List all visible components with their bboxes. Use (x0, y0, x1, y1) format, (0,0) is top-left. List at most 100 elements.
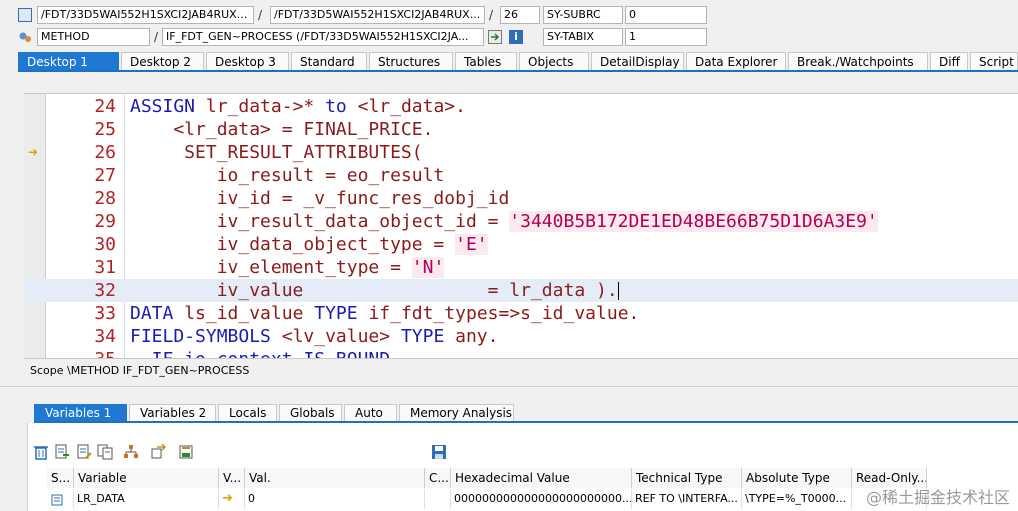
column-header-change-indicator[interactable]: C... (425, 468, 451, 488)
code-line[interactable]: 35 IF io_context IS BOUND (24, 348, 1018, 358)
change-indicator-cell[interactable] (425, 489, 451, 509)
line-number: 34 (94, 326, 116, 347)
system-field-name-1[interactable]: SY-SUBRC (543, 6, 623, 24)
column-header-value[interactable]: Val. (245, 468, 425, 488)
line-number: 25 (94, 119, 116, 140)
tab-objects[interactable]: Objects (519, 52, 589, 70)
line-number: 32 (94, 280, 116, 301)
edit-row-icon[interactable] (76, 444, 92, 460)
code-line[interactable]: 31 iv_element_type = 'N' (24, 256, 1018, 279)
code-line[interactable]: 25 <lr_data> = FINAL_PRICE. (24, 118, 1018, 141)
code-text: iv_result_data_object_id = '3440B5B172DE… (130, 211, 878, 232)
insert-row-icon[interactable] (54, 444, 70, 460)
code-text: iv_data_object_type = 'E' (130, 234, 488, 255)
line-number: 29 (94, 211, 116, 232)
program-icon (18, 8, 32, 22)
column-header-absolute-type[interactable]: Absolute Type (742, 468, 852, 488)
info-icon[interactable]: i (509, 30, 523, 44)
row-status-cell[interactable] (47, 489, 74, 509)
tab-locals[interactable]: Locals (218, 404, 277, 421)
code-text: <lr_data> = FINAL_PRICE. (130, 119, 434, 140)
code-line[interactable]: 24 ASSIGN lr_data->* to <lr_data>. (24, 95, 1018, 118)
line-number-field[interactable]: 26 (500, 6, 540, 24)
navigate-icon[interactable] (488, 30, 502, 44)
transfer-icon[interactable] (151, 443, 167, 460)
code-text: iv_id = _v_func_res_dobj_id (130, 188, 510, 209)
code-text: DATA ls_id_value TYPE if_fdt_types=>s_id… (130, 303, 640, 324)
code-text: iv_value = lr_data ). (130, 280, 619, 301)
line-number: 27 (94, 165, 116, 186)
code-text: SET_RESULT_ATTRIBUTES( (130, 142, 423, 163)
change-value-arrow-icon: ➜ (222, 491, 233, 506)
execution-pointer-icon: ➜ (28, 145, 39, 159)
code-line[interactable]: 29 iv_result_data_object_id = '3440B5B17… (24, 210, 1018, 233)
tab-desktop-2[interactable]: Desktop 2 (121, 52, 204, 70)
system-field-name-2[interactable]: SY-TABIX (543, 28, 623, 46)
code-line[interactable]: 34 FIELD-SYMBOLS <lv_value> TYPE any. (24, 325, 1018, 348)
tab-breakpoints[interactable]: Break./Watchpoints (788, 52, 928, 70)
path-separator: / (258, 8, 263, 22)
absolute-type-cell[interactable]: \TYPE=%_T0000... (742, 489, 852, 509)
event-type-field[interactable]: METHOD (37, 28, 150, 46)
code-text: iv_element_type = 'N' (130, 257, 445, 278)
tab-standard[interactable]: Standard (291, 52, 367, 70)
tab-diff[interactable]: Diff (930, 52, 968, 70)
event-field[interactable]: IF_FDT_GEN~PROCESS (/FDT/33D5WAI552H1SXC… (162, 28, 484, 46)
column-header-status[interactable]: S... (47, 468, 74, 488)
desktop-tab-bar: Desktop 1 Desktop 2 Desktop 3 Standard S… (18, 52, 1018, 72)
tab-detaildisplay[interactable]: DetailDisplay (591, 52, 684, 70)
tab-desktop-1[interactable]: Desktop 1 (18, 52, 119, 70)
tab-variables-2[interactable]: Variables 2 (129, 404, 216, 421)
system-field-value-1[interactable]: 0 (625, 6, 707, 24)
tab-tables[interactable]: Tables (455, 52, 517, 70)
code-line[interactable]: 28 iv_id = _v_func_res_dobj_id (24, 187, 1018, 210)
delete-icon[interactable] (33, 444, 49, 460)
tab-memory-analysis[interactable]: Memory Analysis (399, 404, 514, 421)
column-header-change[interactable]: V... (219, 468, 245, 488)
line-number: 30 (94, 234, 116, 255)
layout-icon[interactable] (178, 444, 194, 460)
code-text: ASSIGN lr_data->* to <lr_data>. (130, 96, 466, 117)
code-line[interactable]: ➜ 26 SET_RESULT_ATTRIBUTES( (24, 141, 1018, 164)
line-number: 28 (94, 188, 116, 209)
method-icon (18, 30, 32, 44)
line-number: 31 (94, 257, 116, 278)
path-separator: / (489, 8, 494, 22)
hex-value-cell[interactable]: 000000000000000000000000... (451, 489, 632, 509)
pane-divider[interactable] (0, 386, 1018, 387)
system-field-value-2[interactable]: 1 (625, 28, 707, 46)
code-line[interactable]: 30 iv_data_object_type = 'E' (24, 233, 1018, 256)
technical-type-cell[interactable]: REF TO \INTERFA... (632, 489, 742, 509)
column-header-variable[interactable]: Variable (74, 468, 219, 488)
include-field[interactable]: /FDT/33D5WAI552H1SXCI2JAB4RUX... (270, 6, 485, 24)
column-header-hex-value[interactable]: Hexadecimal Value (451, 468, 632, 488)
value-cell[interactable]: 0 (245, 489, 425, 509)
code-text: IF io_context IS BOUND (130, 348, 390, 358)
tab-variables-1[interactable]: Variables 1 (34, 404, 127, 421)
code-line[interactable]: 27 io_result = eo_result (24, 164, 1018, 187)
code-text: io_result = eo_result (130, 165, 445, 186)
column-header-technical-type[interactable]: Technical Type (632, 468, 742, 488)
hierarchy-icon[interactable] (123, 444, 139, 460)
text-cursor (617, 282, 619, 300)
program-field[interactable]: /FDT/33D5WAI552H1SXCI2JAB4RUX... (37, 6, 254, 24)
line-number: 26 (94, 142, 116, 163)
scope-label: Scope \METHOD IF_FDT_GEN~PROCESS (30, 364, 250, 377)
line-number: 35 (48, 348, 116, 358)
tab-script[interactable]: Script (970, 52, 1018, 70)
tab-data-explorer[interactable]: Data Explorer (686, 52, 786, 70)
change-cell[interactable]: ➜ (219, 489, 245, 509)
watermark: @稀土掘金技术社区 (865, 488, 1010, 507)
tab-auto[interactable]: Auto (344, 404, 397, 421)
variables-tab-bar: Variables 1 Variables 2 Locals Globals A… (34, 404, 1018, 423)
tab-globals[interactable]: Globals (279, 404, 342, 421)
save-icon[interactable] (431, 444, 447, 460)
tab-desktop-3[interactable]: Desktop 3 (206, 52, 289, 70)
code-line[interactable]: 33 DATA ls_id_value TYPE if_fdt_types=>s… (24, 302, 1018, 325)
variable-name-cell[interactable]: LR_DATA (74, 489, 219, 509)
line-number: 33 (94, 303, 116, 324)
source-code-editor[interactable]: 24 ASSIGN lr_data->* to <lr_data>. 25 <l… (24, 93, 1018, 359)
tab-structures[interactable]: Structures (369, 52, 453, 70)
copy-row-icon[interactable] (97, 444, 113, 460)
code-line-current[interactable]: 32 iv_value = lr_data ). (24, 279, 1018, 302)
